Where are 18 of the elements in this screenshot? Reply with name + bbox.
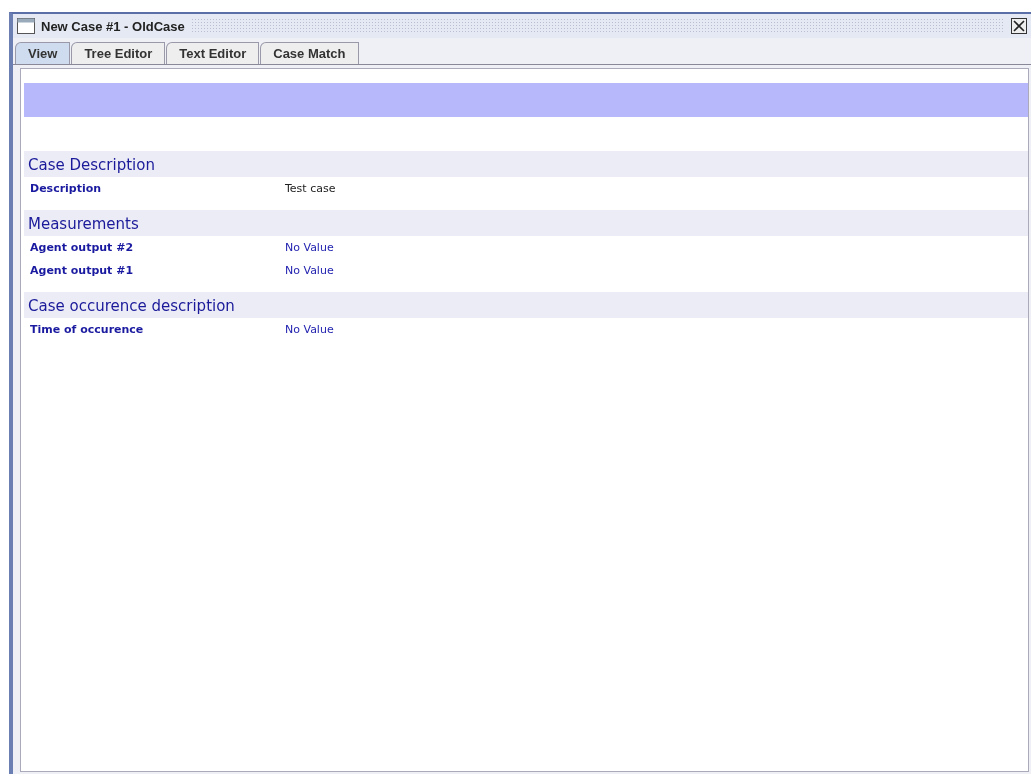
field-label: Time of occurence — [29, 323, 145, 336]
window-icon — [17, 18, 35, 34]
window-title: New Case #1 - OldCase — [41, 18, 185, 34]
tab[interactable]: Tree Editor — [71, 42, 166, 64]
field-value: No Value — [285, 241, 334, 254]
field-label: Agent output #1 — [29, 264, 135, 277]
tab[interactable]: Text Editor — [166, 42, 260, 64]
field-value: Test case — [285, 182, 336, 195]
close-icon[interactable] — [1011, 18, 1027, 34]
field-label: Description — [29, 182, 103, 195]
section-heading: Measurements — [24, 210, 1028, 236]
section-heading: Case Description — [24, 151, 1028, 177]
field-label: Agent output #2 — [29, 241, 135, 254]
section-heading: Case occurence description — [24, 292, 1028, 318]
field-value: No Value — [285, 323, 334, 336]
tab[interactable]: View — [15, 42, 71, 64]
tab[interactable]: Case Match — [260, 42, 359, 64]
field-value: No Value — [285, 264, 334, 277]
